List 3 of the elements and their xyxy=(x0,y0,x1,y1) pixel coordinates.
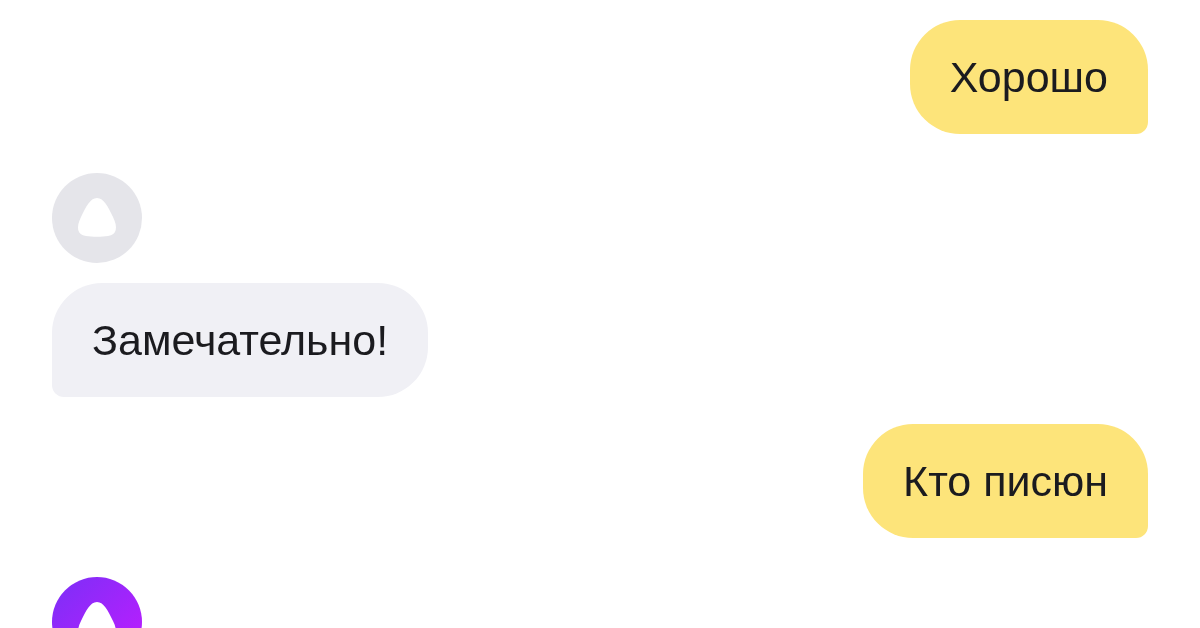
message-bubble: Замечательно! xyxy=(52,283,429,397)
message-bubble: Кто писюн xyxy=(863,424,1148,538)
message-bubble: Хорошо xyxy=(909,20,1148,134)
